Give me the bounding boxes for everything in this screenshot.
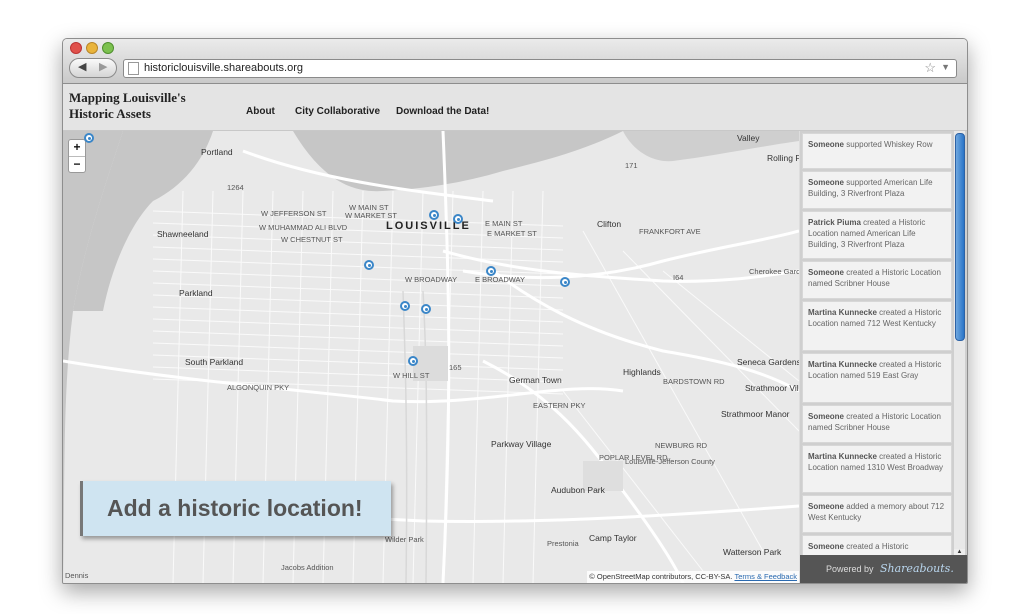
highway-shield-i64: I64: [673, 273, 684, 282]
terms-feedback-link[interactable]: Terms & Feedback: [734, 572, 797, 581]
powered-by-footer: Powered by Shareabouts.: [800, 555, 967, 583]
activity-item[interactable]: Martina Kunnecke created a Historic Loca…: [802, 301, 952, 351]
close-window-icon[interactable]: [70, 42, 82, 54]
history-buttons: ◀ ▶: [69, 58, 117, 78]
location-marker[interactable]: [560, 277, 570, 287]
zoom-control: + −: [68, 139, 86, 173]
location-marker[interactable]: [453, 214, 463, 224]
highway-shield-171: 171: [625, 161, 638, 170]
chevron-down-icon[interactable]: ▼: [941, 62, 950, 72]
street-label-newburg: NEWBURG RD: [655, 441, 708, 450]
location-marker[interactable]: [486, 266, 496, 276]
activity-item[interactable]: Someone supported Whiskey Row: [802, 133, 952, 169]
street-label-poplar: POPLAR LEVEL RD: [599, 453, 668, 462]
bookmark-star-icon[interactable]: ☆: [924, 60, 936, 76]
map-label-seneca-gardens: Seneca Gardens: [737, 357, 799, 367]
activity-item[interactable]: Someone supported American Life Building…: [802, 171, 952, 209]
highway-shield-165: 165: [449, 363, 462, 372]
street-label-bardstown: BARDSTOWN RD: [663, 377, 725, 386]
page-icon: [128, 62, 139, 75]
zoom-out-button[interactable]: −: [69, 157, 85, 173]
nav-download-data[interactable]: Download the Data!: [396, 106, 489, 117]
map-label-dennis: Dennis: [65, 571, 89, 580]
street-label-e-broadway: E BROADWAY: [475, 275, 526, 284]
activity-item[interactable]: Someone created a Historic Location name…: [802, 405, 952, 443]
nav-city-collaborative[interactable]: City Collaborative: [295, 106, 380, 117]
map-label-shawneeland: Shawneeland: [157, 229, 209, 239]
site-title-line2: Historic Assets: [69, 106, 151, 121]
attribution-text: © OpenStreetMap contributors, CC-BY-SA.: [589, 572, 733, 581]
map-label-highlands: Highlands: [623, 367, 661, 377]
map-label-strathmoor-manor: Strathmoor Manor: [721, 409, 790, 419]
map-label-strathmoor-village: Strathmoor Village: [745, 383, 799, 393]
map-label-camp-taylor: Camp Taylor: [589, 533, 637, 543]
zoom-window-icon[interactable]: [102, 42, 114, 54]
forward-arrow-icon[interactable]: ▶: [99, 60, 107, 73]
site-title-line1: Mapping Louisville's: [69, 90, 186, 105]
street-label-w-broadway: W BROADWAY: [405, 275, 458, 284]
map-label-parkland: Parkland: [179, 288, 213, 298]
scrollbar-thumb[interactable]: [955, 133, 965, 341]
map-label-valley: Valley: [737, 133, 760, 143]
street-label-w-market: W MARKET ST: [345, 211, 397, 220]
street-label-eastern: EASTERN PKY: [533, 401, 586, 410]
map[interactable]: + − LOUISVILLE Portland Shawneeland Park…: [63, 131, 799, 583]
activity-sidebar: Someone supported Whiskey Row Someone su…: [800, 131, 967, 583]
add-location-label: Add a historic location!: [107, 495, 363, 521]
street-label-w-jefferson: W JEFFERSON ST: [261, 209, 327, 218]
site-title[interactable]: Mapping Louisville's Historic Assets: [69, 90, 219, 122]
map-label-south-parkland: South Parkland: [185, 357, 244, 367]
location-marker[interactable]: [421, 304, 431, 314]
map-label-wilder-park: Wilder Park: [385, 535, 424, 544]
map-label-watterson-park: Watterson Park: [723, 547, 782, 557]
highway-shield-1264: 1264: [227, 183, 244, 192]
browser-chrome: ◀ ▶ historiclouisville.shareabouts.org ☆…: [63, 39, 967, 84]
street-label-frankfort: FRANKFORT AVE: [639, 227, 701, 236]
location-marker[interactable]: [400, 301, 410, 311]
map-label-cherokee-garden: Cherokee Garden: [749, 267, 799, 276]
location-marker[interactable]: [364, 260, 374, 270]
street-label-w-chestnut: W CHESTNUT ST: [281, 235, 343, 244]
map-label-audubon-park: Audubon Park: [551, 485, 605, 495]
nav-about[interactable]: About: [246, 106, 275, 117]
street-label-w-hill: W HILL ST: [393, 371, 430, 380]
location-marker[interactable]: [429, 210, 439, 220]
location-marker[interactable]: [84, 133, 94, 143]
map-label-clifton: Clifton: [597, 219, 622, 229]
location-marker[interactable]: [408, 356, 418, 366]
site-header: Mapping Louisville's Historic Assets Abo…: [63, 84, 967, 131]
activity-item[interactable]: Someone created a Historic Location name…: [802, 261, 952, 299]
activity-item[interactable]: Martina Kunnecke created a Historic Loca…: [802, 445, 952, 493]
map-label-portland: Portland: [201, 147, 233, 157]
add-location-button[interactable]: Add a historic location!: [80, 481, 391, 536]
browser-window: ◀ ▶ historiclouisville.shareabouts.org ☆…: [62, 38, 968, 584]
street-label-w-muhammad-ali: W MUHAMMAD ALI BLVD: [259, 223, 348, 232]
activity-item[interactable]: Patrick Piuma created a Historic Locatio…: [802, 211, 952, 259]
shareabouts-logo[interactable]: Shareabouts.: [880, 555, 954, 583]
map-label-prestonia: Prestonia: [547, 539, 579, 548]
sidebar-scrollbar[interactable]: [954, 131, 965, 555]
back-arrow-icon[interactable]: ◀: [78, 60, 86, 73]
powered-by-text: Powered by: [826, 564, 874, 574]
map-attribution: © OpenStreetMap contributors, CC-BY-SA. …: [587, 571, 799, 583]
street-label-e-market: E MARKET ST: [487, 229, 537, 238]
map-label-jacobs-addition: Jacobs Addition: [281, 563, 334, 572]
street-label-e-main: E MAIN ST: [485, 219, 523, 228]
map-label-rolling: Rolling F: [767, 153, 799, 163]
minimize-window-icon[interactable]: [86, 42, 98, 54]
activity-item[interactable]: Someone added a memory about 712 West Ke…: [802, 495, 952, 533]
url-text[interactable]: historiclouisville.shareabouts.org: [144, 62, 303, 74]
address-bar[interactable]: historiclouisville.shareabouts.org ☆ ▼: [123, 59, 957, 78]
activity-item[interactable]: Martina Kunnecke created a Historic Loca…: [802, 353, 952, 403]
map-label-german-town: German Town: [509, 375, 562, 385]
street-label-algonquin: ALGONQUIN PKY: [227, 383, 290, 392]
map-label-parkway-village: Parkway Village: [491, 439, 552, 449]
zoom-in-button[interactable]: +: [69, 140, 85, 157]
